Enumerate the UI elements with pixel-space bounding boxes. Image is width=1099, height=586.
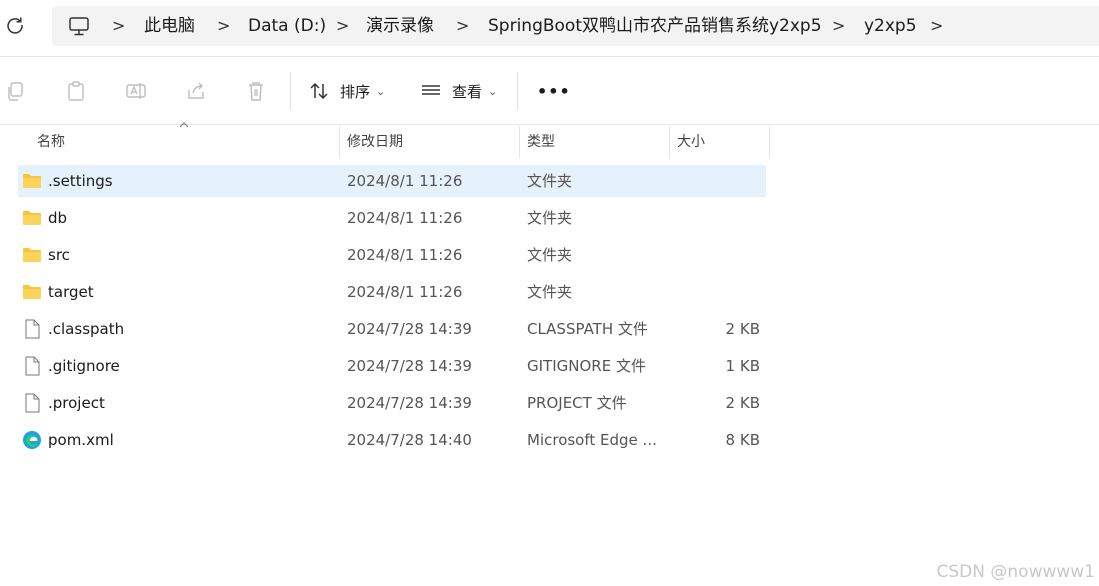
- breadcrumb-folder-project[interactable]: SpringBoot双鸭山市农产品销售系统y2xp5: [488, 6, 822, 46]
- file-name: .gitignore: [48, 357, 120, 375]
- view-lines-icon: [422, 85, 440, 95]
- file-type: 文件夹: [527, 283, 573, 301]
- delete-button[interactable]: [245, 66, 267, 116]
- file-type: PROJECT 文件: [527, 394, 627, 412]
- column-header-name[interactable]: 名称: [37, 128, 65, 156]
- toolbar-divider-line: [0, 124, 1099, 125]
- file-modified-date: 2024/8/1 11:26: [347, 209, 463, 227]
- breadcrumb-chevron-icon[interactable]: >: [112, 6, 125, 46]
- address-row: > 此电脑 > Data (D:) > 演示录像 > SpringBoot双鸭山…: [0, 0, 1099, 52]
- file-row[interactable]: .project 2024/7/28 14:39 PROJECT 文件 2 KB: [18, 387, 766, 419]
- file-size: 2 KB: [725, 320, 760, 338]
- clipboard-icon: [68, 81, 84, 101]
- chevron-down-icon: ⌄: [376, 84, 386, 98]
- file-row[interactable]: .gitignore 2024/7/28 14:39 GITIGNORE 文件 1 K…: [18, 350, 766, 382]
- address-divider: [0, 56, 1099, 57]
- file-row[interactable]: .classpath 2024/7/28 14:39 CLASSPATH 文件 2 K…: [18, 313, 766, 345]
- file-modified-date: 2024/7/28 14:39: [347, 394, 472, 412]
- file-modified-date: 2024/7/28 14:39: [347, 357, 472, 375]
- file-type: 文件夹: [527, 172, 573, 190]
- file-icon: [22, 319, 42, 339]
- file-row[interactable]: src 2024/8/1 11:26 文件夹: [18, 239, 766, 271]
- sort-label: 排序: [340, 82, 371, 101]
- file-type: 文件夹: [527, 209, 573, 227]
- refresh-icon[interactable]: [5, 15, 25, 35]
- file-modified-date: 2024/8/1 11:26: [347, 172, 463, 190]
- edge-icon: [22, 430, 42, 450]
- file-type: GITIGNORE 文件: [527, 357, 646, 375]
- file-modified-date: 2024/8/1 11:26: [347, 283, 463, 301]
- rename-icon: [126, 83, 146, 99]
- trash-icon: [249, 82, 263, 101]
- file-row[interactable]: pom.xml 2024/7/28 14:40 Microsoft Edge ...…: [18, 424, 766, 456]
- file-name: pom.xml: [48, 431, 114, 449]
- file-size: 1 KB: [725, 357, 760, 375]
- breadcrumb-chevron-icon[interactable]: >: [456, 6, 469, 46]
- breadcrumb-drive[interactable]: Data (D:): [248, 6, 326, 46]
- breadcrumb-chevron-icon[interactable]: >: [930, 6, 943, 46]
- file-type: CLASSPATH 文件: [527, 320, 648, 338]
- file-name: .classpath: [48, 320, 125, 338]
- file-name: target: [48, 283, 94, 301]
- column-header-type[interactable]: 类型: [527, 128, 555, 156]
- file-modified-date: 2024/7/28 14:39: [347, 320, 472, 338]
- file-modified-date: 2024/8/1 11:26: [347, 246, 463, 264]
- toolbar-divider: [517, 72, 518, 110]
- file-size: 8 KB: [725, 431, 760, 449]
- watermark: CSDN @nowwww1: [936, 562, 1095, 582]
- copy-icon: [8, 82, 23, 101]
- breadcrumb-folder-demo[interactable]: 演示录像: [366, 6, 434, 46]
- folder-icon: [22, 171, 42, 191]
- file-modified-date: 2024/7/28 14:40: [347, 431, 472, 449]
- column-divider[interactable]: [519, 126, 520, 158]
- column-header-date[interactable]: 修改日期: [347, 128, 403, 156]
- file-name: db: [48, 209, 68, 227]
- more-options-button[interactable]: •••: [537, 66, 571, 116]
- folder-icon: [22, 208, 42, 228]
- chevron-down-icon: ⌄: [488, 84, 498, 98]
- copy-button[interactable]: [5, 66, 27, 116]
- file-row[interactable]: .settings 2024/8/1 11:26 文件夹: [18, 165, 766, 197]
- breadcrumb-folder-current[interactable]: y2xp5: [864, 6, 917, 46]
- column-header-size[interactable]: 大小: [677, 128, 705, 156]
- file-row[interactable]: target 2024/8/1 11:26 文件夹: [18, 276, 766, 308]
- breadcrumb-chevron-icon[interactable]: >: [336, 6, 349, 46]
- breadcrumb-this-pc[interactable]: 此电脑: [144, 6, 195, 46]
- rename-button[interactable]: [125, 66, 147, 116]
- command-bar: 排序 ⌄ 查看 ⌄ •••: [0, 66, 1099, 116]
- file-icon: [22, 393, 42, 413]
- share-button[interactable]: [185, 66, 207, 116]
- file-row[interactable]: db 2024/8/1 11:26 文件夹: [18, 202, 766, 234]
- sort-button[interactable]: 排序 ⌄: [308, 66, 385, 116]
- file-name: .project: [48, 394, 105, 412]
- column-divider[interactable]: [769, 126, 770, 158]
- share-icon: [188, 82, 204, 99]
- column-divider[interactable]: [669, 126, 670, 158]
- file-type: Microsoft Edge ...: [527, 431, 657, 449]
- view-button[interactable]: 查看 ⌄: [420, 66, 497, 116]
- paste-button[interactable]: [65, 66, 87, 116]
- folder-icon: [22, 245, 42, 265]
- column-divider[interactable]: [339, 126, 340, 158]
- view-label: 查看: [452, 82, 483, 101]
- address-bar[interactable]: > 此电脑 > Data (D:) > 演示录像 > SpringBoot双鸭山…: [52, 6, 1099, 46]
- file-size: 2 KB: [725, 394, 760, 412]
- sort-up-icon: [179, 122, 189, 128]
- file-name: src: [48, 246, 70, 264]
- toolbar-divider: [290, 72, 291, 110]
- breadcrumb-chevron-icon[interactable]: >: [217, 6, 230, 46]
- file-icon: [22, 356, 42, 376]
- sort-arrows-icon: [310, 82, 328, 100]
- this-pc-icon[interactable]: [68, 15, 90, 37]
- file-name: .settings: [48, 172, 113, 190]
- folder-icon: [22, 282, 42, 302]
- breadcrumb-chevron-icon[interactable]: >: [832, 6, 845, 46]
- file-type: 文件夹: [527, 246, 573, 264]
